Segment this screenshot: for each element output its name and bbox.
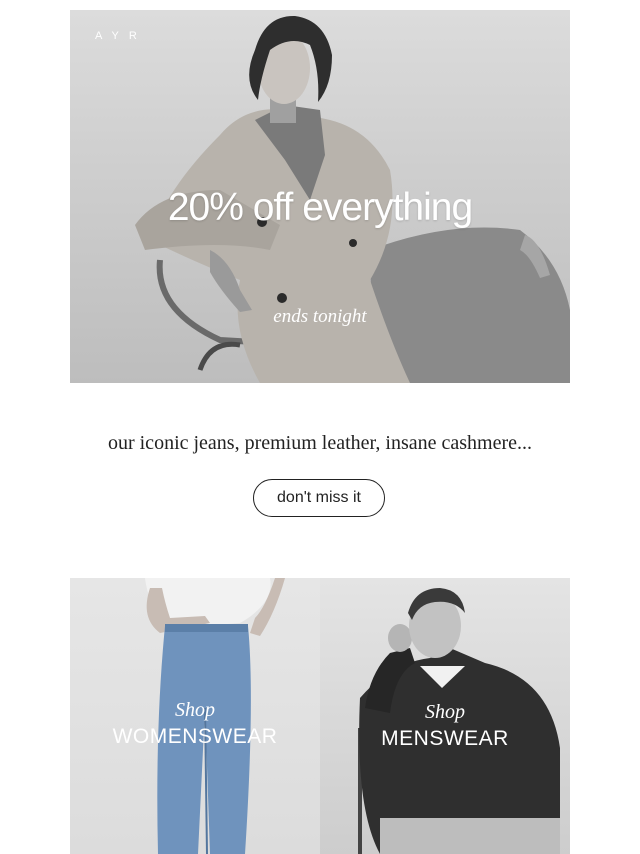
womenswear-shop-label: Shop	[175, 699, 215, 721]
brand-logo[interactable]: AYR	[95, 30, 147, 42]
menswear-shop-label: Shop	[425, 701, 465, 723]
promo-tagline: our iconic jeans, premium leather, insan…	[107, 432, 533, 454]
hero-subline: ends tonight	[70, 306, 570, 328]
shop-womenswear-tile[interactable]: Shop WOMENSWEAR	[70, 578, 320, 854]
menswear-category-label: MENSWEAR	[381, 727, 509, 750]
hero-headline: 20% off everything	[167, 186, 473, 229]
shop-menswear-tile[interactable]: Shop MENSWEAR	[320, 578, 570, 854]
womenswear-category-label: WOMENSWEAR	[112, 725, 278, 748]
hero-banner[interactable]: AYR 20% off everything ends tonight	[70, 10, 570, 383]
dont-miss-it-button[interactable]: don't miss it	[253, 479, 385, 517]
hero-subline-text: ends tonight	[273, 306, 367, 327]
